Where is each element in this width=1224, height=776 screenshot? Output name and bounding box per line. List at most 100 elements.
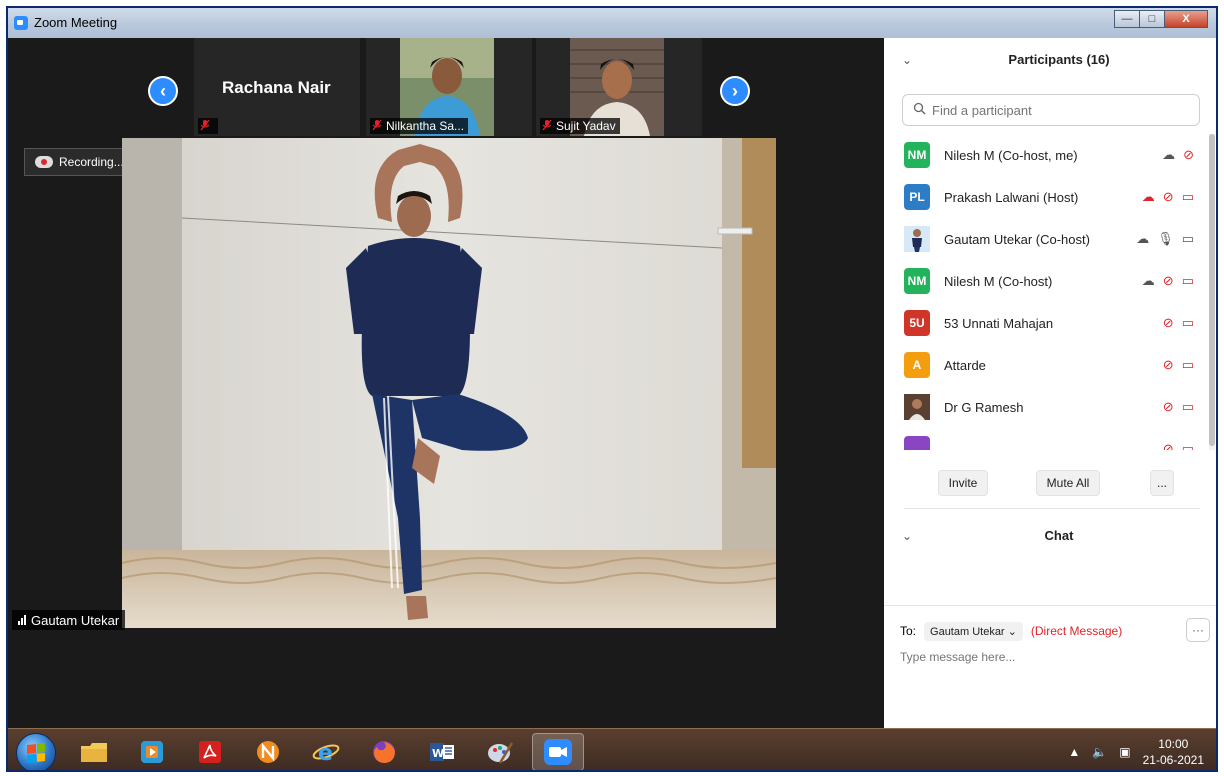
mic-muted-icon [372, 119, 382, 134]
participant-row[interactable]: 5U 53 Unnati Mahajan ⊘ ▭ [884, 302, 1206, 344]
network-icon[interactable]: ▣ [1119, 745, 1130, 759]
participant-status-icons: ☁ ⊘ ▭ [1142, 273, 1194, 289]
cloud-record-icon: ☁ [1141, 189, 1155, 204]
video-on-icon[interactable]: ▭ [1182, 231, 1194, 247]
participant-status-icons: ☁ ⊘ [1162, 147, 1194, 163]
mic-muted-icon[interactable]: ⊘ [1163, 441, 1174, 450]
minimize-button[interactable]: — [1114, 10, 1140, 28]
taskbar-internet-explorer[interactable]: e [300, 733, 352, 770]
direct-message-label: (Direct Message) [1030, 624, 1123, 638]
avatar: NM [904, 268, 930, 294]
chat-message-input[interactable] [900, 650, 1200, 664]
video-off-icon[interactable]: ▭ [1182, 399, 1194, 415]
video-off-icon[interactable]: ▭ [1182, 273, 1194, 289]
folder-icon [81, 743, 107, 762]
participant-search[interactable] [902, 94, 1200, 126]
word-icon: W [430, 743, 454, 761]
windows-taskbar: e W ▲ 🔈 ▣ 10:00 21-06-2021 [8, 728, 1216, 770]
firefox-icon [373, 741, 395, 763]
cloud-record-icon: ☁ [1141, 273, 1155, 288]
next-page-button[interactable]: › [720, 76, 750, 106]
clock-time: 10:00 [1158, 737, 1189, 751]
zoom-app-icon [14, 16, 28, 30]
video-stage: ‹ Rachana Nair Nilkantha Sa... Sujit Yad… [8, 38, 884, 728]
taskbar-media-player[interactable] [126, 733, 178, 770]
system-tray: ▲ 🔈 ▣ 10:00 21-06-2021 [1068, 733, 1204, 770]
internet-explorer-icon: e [312, 741, 340, 765]
avatar-photo [904, 394, 930, 420]
zoom-window: Zoom Meeting — □ X ‹ Rachana Nair Nilkan… [6, 6, 1218, 772]
mute-all-button[interactable]: Mute All [1036, 470, 1100, 496]
invite-button[interactable]: Invite [938, 470, 988, 496]
chat-more-button[interactable]: ··· [1186, 618, 1210, 642]
participant-status-icons: ☁ ⊘ ▭ [1142, 189, 1194, 205]
scrollbar-thumb[interactable] [1209, 134, 1215, 446]
side-panel: ⌄ Participants (16) NM Nilesh M (Co-host… [884, 38, 1216, 728]
video-off-icon[interactable]: ▭ [1182, 441, 1194, 450]
taskbar-word[interactable]: W [416, 733, 468, 770]
video-off-icon[interactable]: ▭ [1182, 357, 1194, 373]
participants-header: ⌄ Participants (16) [884, 38, 1216, 82]
more-options-button[interactable]: ... [1150, 470, 1174, 496]
maximize-button[interactable]: □ [1139, 10, 1165, 28]
taskbar-firefox[interactable] [358, 733, 410, 770]
participant-status-icons: ⊘ ▭ [1163, 357, 1194, 373]
search-icon [913, 102, 926, 118]
mic-muted-icon[interactable]: ⊘ [1163, 399, 1174, 415]
cloud-record-icon: ☁ [1136, 231, 1150, 246]
zoom-icon [544, 739, 572, 765]
start-button[interactable] [16, 733, 56, 770]
media-player-icon [141, 741, 163, 763]
avatar [904, 394, 930, 420]
clock[interactable]: 10:00 21-06-2021 [1143, 736, 1204, 768]
participant-row[interactable]: NM Nilesh M (Co-host, me) ☁ ⊘ [884, 134, 1206, 176]
participant-row[interactable]: NM Nilesh M (Co-host) ☁ ⊘ ▭ [884, 260, 1206, 302]
volume-icon[interactable]: 🔈 [1092, 745, 1107, 759]
participant-name: Prakash Lalwani (Host) [944, 189, 1079, 205]
svg-text:e: e [318, 741, 333, 765]
window-title: Zoom Meeting [34, 15, 118, 30]
clock-date: 21-06-2021 [1142, 753, 1204, 767]
show-hidden-icons-icon[interactable]: ▲ [1068, 745, 1080, 759]
video-off-icon[interactable]: ▭ [1182, 189, 1194, 205]
participant-scrollbar[interactable] [1209, 134, 1215, 450]
participant-status-icons: ⊘ ▭ [1163, 399, 1194, 415]
mic-muted-icon[interactable]: ⊘ [1163, 315, 1174, 331]
avatar-photo [904, 226, 930, 252]
speaker-name-label: Gautam Utekar [12, 610, 126, 630]
participant-name: Nilesh M (Co-host, me) [944, 147, 1078, 163]
mic-muted-icon[interactable]: ⊘ [1163, 189, 1174, 205]
video-off-icon[interactable]: ▭ [1182, 315, 1194, 331]
participant-name: Dr G Ramesh [944, 399, 1024, 415]
tile-label: Nilkantha Sa... [370, 118, 469, 134]
participant-row[interactable]: A Attarde ⊘ ▭ [884, 344, 1206, 386]
video-tile-sujit[interactable]: Sujit Yadav [536, 38, 702, 136]
chevron-left-icon: ‹ [160, 81, 166, 101]
taskbar-paint[interactable] [474, 733, 526, 770]
search-input[interactable] [932, 102, 1182, 118]
video-tile-rachana[interactable]: Rachana Nair [194, 38, 360, 136]
mic-on-icon[interactable]: 🎙 [1157, 231, 1174, 247]
recipient-dropdown[interactable]: Gautam Utekar ⌄ [924, 621, 1023, 641]
participant-row[interactable]: Dr G Ramesh ⊘ ▭ [884, 386, 1206, 428]
participant-status-icons: ⊘ ▭ [1163, 441, 1194, 450]
video-tile-nilkantha[interactable]: Nilkantha Sa... [366, 38, 532, 136]
mic-muted-icon[interactable]: ⊘ [1163, 357, 1174, 373]
participant-row[interactable]: ⊘ ▭ [884, 428, 1206, 450]
participant-row[interactable]: PL Prakash Lalwani (Host) ☁ ⊘ ▭ [884, 176, 1206, 218]
taskbar-adobe-reader[interactable] [184, 733, 236, 770]
active-speaker-video[interactable] [122, 138, 776, 628]
mic-muted-icon[interactable]: ⊘ [1183, 147, 1194, 163]
svg-text:W: W [432, 747, 444, 760]
avatar: PL [904, 184, 930, 210]
taskbar-app-n[interactable] [242, 733, 294, 770]
previous-page-button[interactable]: ‹ [148, 76, 178, 106]
taskbar-zoom[interactable] [532, 733, 584, 770]
signal-strength-icon [18, 615, 26, 625]
participant-row[interactable]: Gautam Utekar (Co-host) ☁ 🎙 ▭ [884, 218, 1206, 260]
taskbar-explorer[interactable] [68, 733, 120, 770]
close-button[interactable]: X [1164, 10, 1208, 28]
mic-muted-icon[interactable]: ⊘ [1163, 273, 1174, 289]
window-controls: — □ X [1114, 10, 1208, 28]
chat-messages [884, 558, 1216, 608]
